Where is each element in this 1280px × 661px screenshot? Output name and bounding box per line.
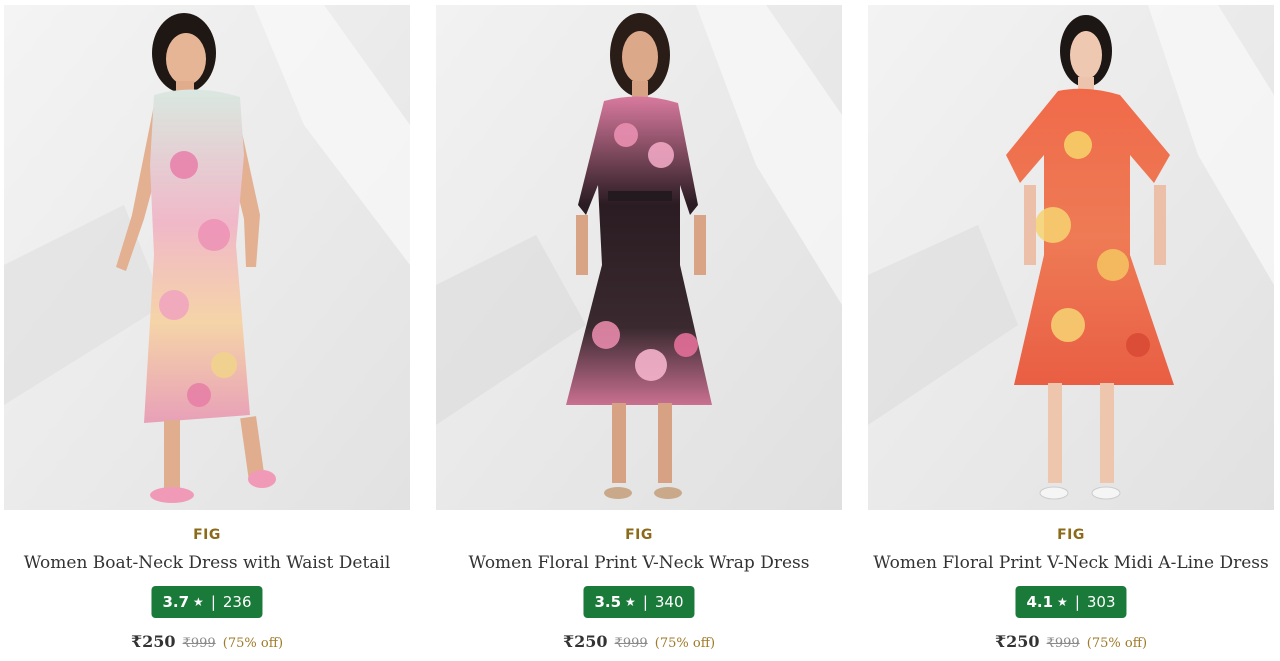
brand-name: FIG [1057,527,1085,543]
brand-name: FIG [625,527,653,543]
discount-label: (75% off) [1086,636,1148,651]
price-row: ₹250 ₹999 (75% off) [868,632,1274,651]
product-photo-boat-neck-dress [4,5,410,510]
product-title[interactable]: Women Floral Print V-Neck Wrap Dress [436,553,842,573]
sale-price: ₹250 [130,632,176,651]
rating-separator: | [642,593,648,611]
product-card[interactable]: FIG Women Boat-Neck Dress with Waist Det… [4,0,410,661]
star-icon: ★ [193,595,204,609]
product-image[interactable] [436,5,842,510]
original-price: ₹999 [614,636,648,651]
original-price: ₹999 [1046,636,1080,651]
product-photo-midi-dress [868,5,1274,510]
discount-label: (75% off) [222,636,284,651]
product-card[interactable]: FIG Women Floral Print V-Neck Wrap Dress… [436,0,842,661]
rating-value: 3.5 [594,593,622,611]
review-count: 340 [654,593,684,611]
discount-label: (75% off) [654,636,716,651]
rating-separator: | [210,593,216,611]
product-image[interactable] [4,5,410,510]
star-icon: ★ [1057,595,1068,609]
product-image[interactable] [868,5,1274,510]
product-title[interactable]: Women Floral Print V-Neck Midi A-Line Dr… [868,553,1274,573]
rating-badge[interactable]: 3.7 ★ | 236 [151,586,263,618]
rating-badge[interactable]: 4.1 ★ | 303 [1015,586,1127,618]
brand-name: FIG [193,527,221,543]
product-photo-wrap-dress [436,5,842,510]
review-count: 236 [222,593,252,611]
price-row: ₹250 ₹999 (75% off) [436,632,842,651]
rating-value: 3.7 [162,593,190,611]
review-count: 303 [1086,593,1116,611]
rating-value: 4.1 [1026,593,1054,611]
sale-price: ₹250 [562,632,608,651]
price-row: ₹250 ₹999 (75% off) [4,632,410,651]
product-title[interactable]: Women Boat-Neck Dress with Waist Detail [4,553,410,573]
star-icon: ★ [625,595,636,609]
product-grid: FIG Women Boat-Neck Dress with Waist Det… [0,0,1280,661]
product-card[interactable]: FIG Women Floral Print V-Neck Midi A-Lin… [868,0,1274,661]
rating-separator: | [1074,593,1080,611]
sale-price: ₹250 [994,632,1040,651]
rating-badge[interactable]: 3.5 ★ | 340 [583,586,695,618]
original-price: ₹999 [182,636,216,651]
